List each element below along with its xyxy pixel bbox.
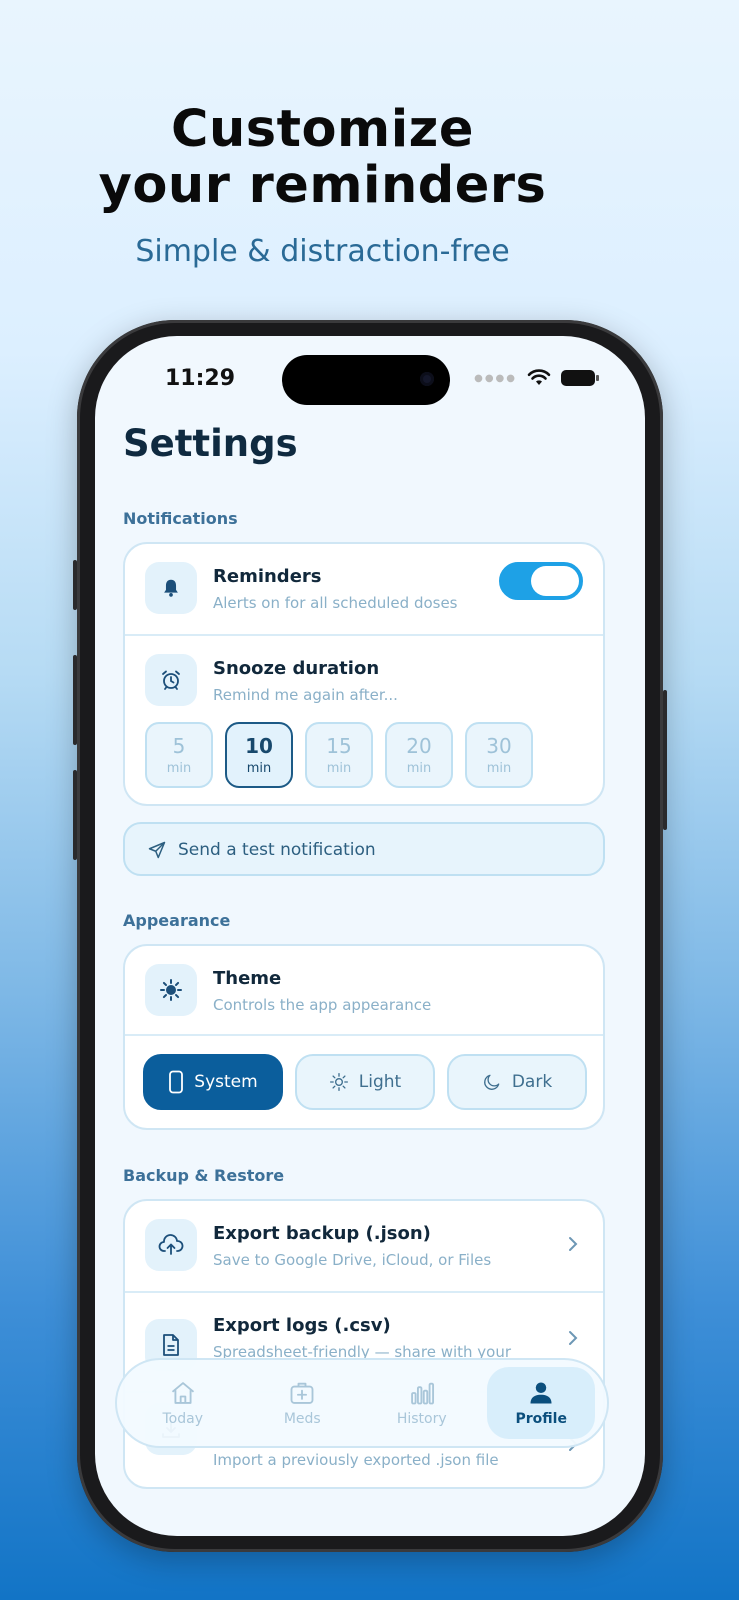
send-test-notification-button[interactable]: Send a test notification: [123, 822, 605, 876]
reminders-subtitle: Alerts on for all scheduled doses: [213, 594, 458, 612]
send-test-notification-label: Send a test notification: [178, 840, 376, 860]
promo-headline: Customize your reminders: [0, 102, 645, 214]
theme-option-dark[interactable]: Dark: [447, 1054, 587, 1110]
theme-option-light[interactable]: Light: [295, 1054, 435, 1110]
theme-option-system[interactable]: System: [143, 1054, 283, 1110]
snooze-title: Snooze duration: [213, 658, 380, 679]
export-backup-subtitle: Save to Google Drive, iCloud, or Files: [213, 1251, 492, 1269]
notifications-card: Reminders Alerts on for all scheduled do…: [123, 542, 605, 806]
snooze-option-unit: min: [166, 760, 192, 776]
promo-headline-line2: your reminders: [98, 156, 547, 215]
appearance-card: Theme Controls the app appearance System…: [123, 944, 605, 1130]
snooze-option-value: 10: [245, 733, 273, 758]
status-time: 11:29: [165, 366, 236, 391]
import-backup-subtitle: Import a previously exported .json file: [213, 1451, 499, 1469]
snooze-option-30[interactable]: 30 min: [465, 722, 533, 788]
chevron-right-icon: [569, 1331, 578, 1345]
page-title: Settings: [123, 422, 298, 465]
tab-label: Today: [162, 1411, 204, 1427]
tab-label: History: [396, 1411, 447, 1427]
bell-icon: [145, 562, 197, 614]
export-logs-title: Export logs (.csv): [213, 1315, 391, 1336]
moon-icon: [483, 1074, 500, 1090]
snooze-option-unit: min: [326, 760, 352, 776]
export-backup-row[interactable]: Export backup (.json) Save to Google Dri…: [125, 1201, 603, 1291]
dynamic-island: [282, 355, 450, 405]
phone-icon: [169, 1070, 184, 1094]
tab-label: Meds: [283, 1411, 321, 1427]
toggle-knob: [531, 566, 579, 596]
person-icon: [530, 1382, 552, 1404]
snooze-option-value: 5: [172, 733, 186, 758]
tab-history[interactable]: History: [368, 1367, 476, 1439]
phone-power-button: [663, 690, 667, 830]
snooze-option-unit: min: [406, 760, 432, 776]
phone-screen: 11:29 ●●●● Settings Notifications Remind…: [95, 336, 645, 1536]
theme-title: Theme: [213, 968, 282, 989]
snooze-option-unit: min: [246, 760, 272, 776]
snooze-option-value: 15: [326, 733, 352, 758]
theme-options: System Light Dark: [143, 1054, 587, 1110]
tab-bar: Today Meds History Profile: [115, 1358, 609, 1448]
phone-action-button: [73, 560, 77, 610]
chevron-right-icon: [569, 1237, 578, 1251]
snooze-option-20[interactable]: 20 min: [385, 722, 453, 788]
medkit-icon: [290, 1382, 314, 1404]
snooze-options: 5 min 10 min 15 min 20 min 30 min: [145, 722, 533, 788]
send-icon: [148, 841, 166, 859]
section-label-notifications: Notifications: [123, 509, 238, 528]
tab-meds[interactable]: Meds: [248, 1367, 356, 1439]
snooze-option-value: 20: [406, 733, 432, 758]
reminders-toggle[interactable]: [499, 562, 583, 600]
promo-subheadline: Simple & distraction-free: [135, 234, 510, 269]
theme-option-label: System: [194, 1072, 258, 1092]
reminders-row: Reminders Alerts on for all scheduled do…: [125, 544, 603, 634]
snooze-option-unit: min: [486, 760, 512, 776]
sun-icon: [329, 1073, 348, 1091]
camera-icon: [420, 372, 434, 386]
signal-icon: ●●●●: [474, 372, 517, 384]
tab-profile[interactable]: Profile: [487, 1367, 596, 1439]
snooze-option-10[interactable]: 10 min: [225, 722, 293, 788]
snooze-option-value: 30: [486, 733, 512, 758]
bar-chart-icon: [410, 1382, 434, 1405]
appearance-divider: [125, 1034, 603, 1036]
cloud-upload-icon: [145, 1219, 197, 1271]
wifi-icon: [527, 369, 551, 385]
phone-volume-down-button: [73, 770, 77, 860]
snooze-option-15[interactable]: 15 min: [305, 722, 373, 788]
snooze-row: Snooze duration Remind me again after...…: [125, 634, 603, 804]
snooze-subtitle: Remind me again after...: [213, 686, 398, 704]
battery-icon: [561, 370, 599, 386]
theme-option-label: Dark: [511, 1072, 553, 1092]
promo-headline-line1: Customize: [171, 100, 474, 159]
snooze-option-5[interactable]: 5 min: [145, 722, 213, 788]
reminders-title: Reminders: [213, 566, 322, 587]
sun-icon: [145, 964, 197, 1016]
status-icons: ●●●●: [474, 369, 599, 387]
theme-option-label: Light: [358, 1072, 402, 1092]
export-backup-title: Export backup (.json): [213, 1223, 431, 1244]
tab-today[interactable]: Today: [129, 1367, 237, 1439]
theme-row: Theme Controls the app appearance: [125, 946, 603, 1036]
tab-label: Profile: [515, 1411, 567, 1427]
home-icon: [171, 1382, 194, 1404]
theme-subtitle: Controls the app appearance: [213, 996, 432, 1014]
section-label-appearance: Appearance: [123, 911, 231, 930]
phone-volume-up-button: [73, 655, 77, 745]
section-label-backup: Backup & Restore: [123, 1166, 285, 1185]
alarm-clock-icon: [145, 654, 197, 706]
phone-frame: 11:29 ●●●● Settings Notifications Remind…: [73, 320, 667, 1552]
